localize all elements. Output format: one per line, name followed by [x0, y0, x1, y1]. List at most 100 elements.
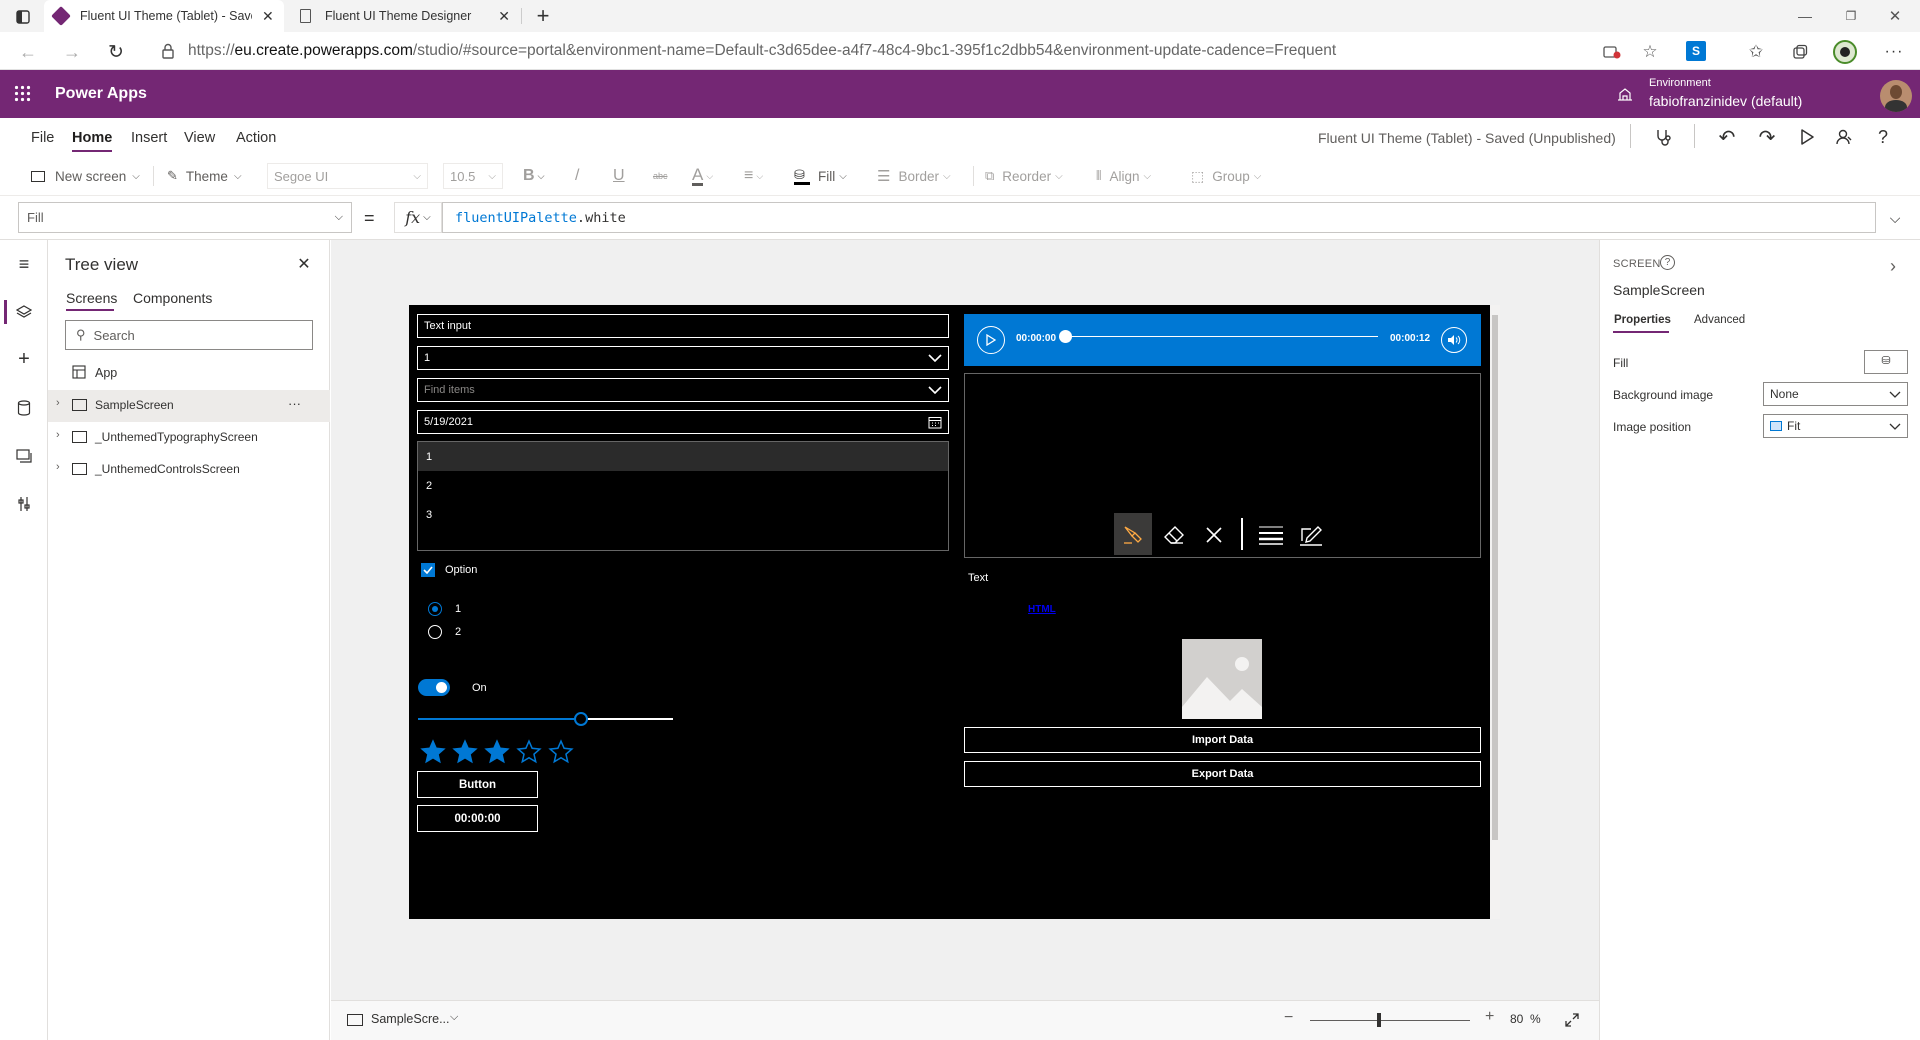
bold-button[interactable]: B ⌵	[523, 156, 544, 196]
chevron-right-icon[interactable]: ›	[56, 397, 60, 409]
import-data-button[interactable]: Import Data	[964, 727, 1481, 753]
star-empty-icon[interactable]	[548, 739, 574, 765]
tree-item-app[interactable]: App	[95, 366, 117, 380]
slider-control[interactable]	[418, 712, 673, 726]
preview-play-icon[interactable]	[1796, 126, 1818, 148]
browser-menu-icon[interactable]: ···	[1882, 40, 1906, 64]
menu-action[interactable]: Action	[236, 130, 276, 146]
extension-s-icon[interactable]: S	[1686, 41, 1706, 61]
tab-actions-icon[interactable]	[12, 6, 34, 28]
star-empty-icon[interactable]	[516, 739, 542, 765]
slider-thumb[interactable]	[574, 712, 588, 726]
clear-x-icon[interactable]	[1200, 521, 1228, 549]
insert-plus-icon[interactable]: +	[12, 348, 36, 370]
restore-icon[interactable]: ❐	[1836, 4, 1866, 28]
back-icon[interactable]: ←	[16, 40, 40, 64]
share-user-icon[interactable]	[1833, 126, 1855, 148]
text-align-button[interactable]: ≡ ⌵	[744, 156, 763, 196]
fill-button[interactable]: ⛁ Fill ⌵	[794, 156, 847, 196]
audio-progress-thumb[interactable]	[1059, 330, 1072, 343]
button-control[interactable]: Button	[417, 771, 538, 798]
tab-properties[interactable]: Properties	[1614, 314, 1671, 326]
property-dropdown[interactable]: Fill ⌵	[18, 202, 352, 233]
list-box-control[interactable]: 1 2 3	[417, 441, 949, 551]
formula-input[interactable]: fluentUIPalette. white	[442, 202, 1876, 233]
tree-view-layers-icon[interactable]	[12, 302, 36, 322]
italic-button[interactable]: /	[575, 156, 579, 196]
scrollbar-thumb[interactable]	[1492, 315, 1498, 840]
star-filled-icon[interactable]	[484, 739, 510, 765]
tree-item-controls-screen[interactable]: _UnthemedControlsScreen	[95, 462, 240, 476]
combobox-control[interactable]: Find items	[417, 378, 949, 402]
tree-search-input[interactable]: ⚲ Search	[65, 320, 313, 350]
line-weight-icon[interactable]	[1257, 521, 1285, 549]
close-tab-icon[interactable]: ✕	[262, 8, 274, 25]
app-launcher-icon[interactable]	[14, 85, 31, 102]
tab-components[interactable]: Components	[133, 290, 212, 306]
radio-unselected[interactable]	[428, 625, 442, 639]
chevron-right-icon[interactable]: ›	[56, 429, 60, 441]
align-button[interactable]: ⫴ Align ⌵	[1096, 156, 1151, 196]
toggle-switch-on[interactable]	[418, 679, 450, 696]
new-tab-icon[interactable]: +	[530, 3, 556, 28]
checkbox-checked[interactable]	[421, 563, 435, 577]
menu-file[interactable]: File	[31, 130, 54, 146]
add-favorite-icon[interactable]: ☆	[1640, 42, 1660, 62]
reorder-button[interactable]: ⧉ Reorder ⌵	[985, 156, 1063, 196]
forward-icon[interactable]: →	[60, 40, 84, 64]
redo-icon[interactable]: ↷	[1756, 126, 1778, 149]
timer-control[interactable]: 00:00:00	[417, 805, 538, 832]
edit-square-icon[interactable]	[1297, 521, 1325, 549]
expand-formula-icon[interactable]: ⌵	[1884, 207, 1906, 229]
browser-tab-active[interactable]: Fluent UI Theme (Tablet) - Saved ✕	[44, 0, 284, 32]
rating-control[interactable]	[420, 739, 574, 765]
favorites-icon[interactable]: ✩	[1746, 42, 1766, 62]
chevron-right-icon[interactable]: ›	[1890, 256, 1896, 277]
new-screen-button[interactable]: New screen ⌵	[31, 156, 140, 196]
date-picker-control[interactable]: 5/19/2021	[417, 410, 949, 434]
zoom-in-button[interactable]: +	[1485, 1008, 1494, 1026]
list-item[interactable]: 2	[418, 471, 948, 500]
text-label-control[interactable]: Text	[968, 572, 988, 584]
volume-button[interactable]	[1441, 327, 1467, 353]
menu-view[interactable]: View	[184, 130, 215, 146]
font-family-dropdown[interactable]: Segoe UI ⌵	[267, 163, 428, 189]
collections-icon[interactable]	[1790, 42, 1810, 62]
environment-name[interactable]: fabiofranzinidev (default)	[1649, 93, 1802, 109]
group-button[interactable]: ⬚ Group ⌵	[1191, 156, 1261, 196]
menu-insert[interactable]: Insert	[131, 130, 167, 146]
theme-button[interactable]: ✎ Theme ⌵	[167, 156, 242, 196]
tree-item-typography-screen[interactable]: _UnthemedTypographyScreen	[95, 430, 258, 444]
zoom-slider-thumb[interactable]	[1377, 1013, 1381, 1027]
app-checker-icon[interactable]	[1652, 126, 1674, 148]
strikethrough-button[interactable]: abc	[653, 156, 668, 196]
url-input[interactable]: https://eu.create.powerapps.com/studio/#…	[146, 36, 1596, 66]
help-circle-icon[interactable]: ?	[1660, 255, 1675, 270]
app-title[interactable]: Power Apps	[55, 85, 147, 103]
font-color-button[interactable]: A ⌵	[692, 156, 713, 196]
dropdown-control[interactable]: 1	[417, 346, 949, 370]
current-screen-selector[interactable]: SampleScre...	[371, 1012, 450, 1026]
html-text-control[interactable]: HTML	[1028, 604, 1056, 615]
selected-control-name[interactable]: SampleScreen	[1613, 282, 1705, 298]
fit-to-window-icon[interactable]	[1562, 1010, 1582, 1030]
close-panel-icon[interactable]: ✕	[294, 254, 314, 274]
background-image-dropdown[interactable]: None	[1763, 382, 1908, 406]
underline-button[interactable]: U	[613, 156, 625, 196]
lock-icon[interactable]	[158, 41, 178, 61]
chevron-right-icon[interactable]: ›	[56, 461, 60, 473]
refresh-icon[interactable]: ↻	[104, 40, 128, 64]
list-item[interactable]: 1	[418, 442, 948, 471]
border-button[interactable]: ☰ Border ⌵	[877, 156, 951, 196]
font-size-dropdown[interactable]: 10.5 ⌵	[443, 163, 503, 189]
tab-advanced[interactable]: Advanced	[1694, 314, 1745, 326]
play-button[interactable]	[977, 326, 1005, 354]
image-position-dropdown[interactable]: Fit	[1763, 414, 1908, 438]
radio-selected[interactable]	[428, 602, 442, 616]
close-window-icon[interactable]: ✕	[1880, 4, 1910, 28]
tree-item-samplescreen[interactable]: SampleScreen	[95, 398, 174, 412]
export-data-button[interactable]: Export Data	[964, 761, 1481, 787]
star-filled-icon[interactable]	[420, 739, 446, 765]
zoom-slider-track[interactable]	[1310, 1020, 1470, 1021]
list-item[interactable]: 3	[418, 500, 948, 529]
